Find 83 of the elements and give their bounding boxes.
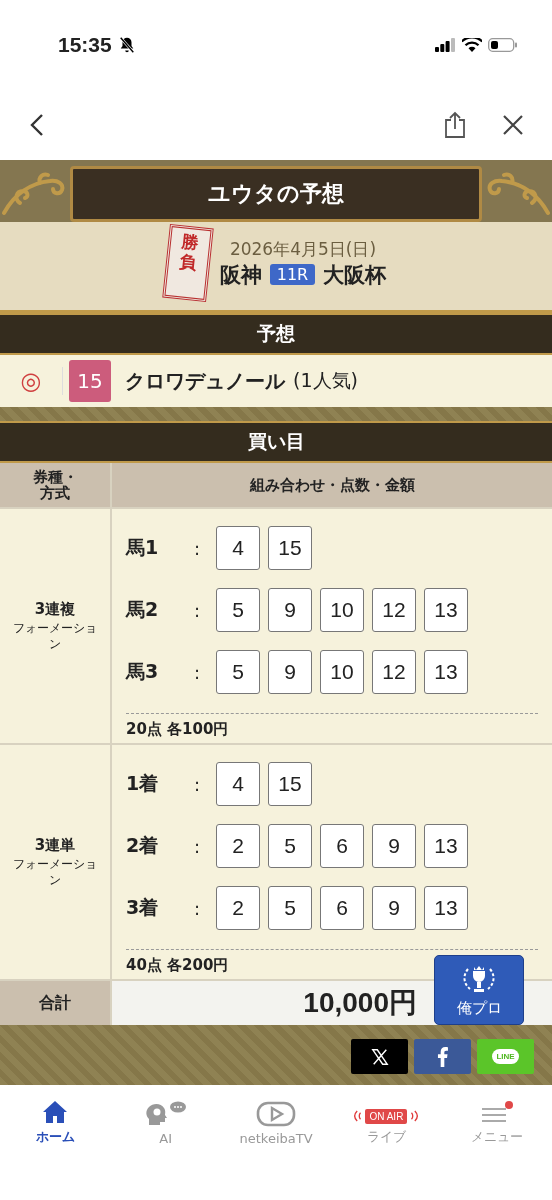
horse-number: 13 <box>424 588 468 632</box>
wifi-icon <box>462 38 482 52</box>
tab-bar-item[interactable]: netkeibaTV <box>220 1095 332 1147</box>
position-label: 馬1 <box>126 535 160 560</box>
tab-bar-item[interactable]: メニュー <box>441 1095 552 1147</box>
popularity: (1人気) <box>293 368 358 393</box>
horse-number: 6 <box>320 824 364 868</box>
colon: : <box>194 599 202 621</box>
horse-number: 9 <box>268 588 312 632</box>
colon: : <box>194 835 202 857</box>
horse-number: 6 <box>320 886 364 930</box>
tab-bar-item[interactable]: ホーム <box>0 1095 111 1147</box>
horse-number: 2 <box>216 824 260 868</box>
horse-name: クロワデュノール <box>125 367 285 395</box>
horse-number: 9 <box>268 650 312 694</box>
facebook-logo-icon <box>437 1046 448 1067</box>
horse-number: 4 <box>216 526 260 570</box>
back-icon[interactable] <box>30 113 44 137</box>
bet-type: 3連複 <box>34 599 76 619</box>
colon: : <box>194 773 202 795</box>
ore-pro-button[interactable]: 俺プロ <box>434 955 524 1025</box>
home-icon <box>42 1100 69 1124</box>
broadcast-waves-icon <box>409 1108 420 1124</box>
close-icon[interactable] <box>502 114 524 136</box>
horse-number: 10 <box>320 650 364 694</box>
horse-number: 10 <box>320 588 364 632</box>
tab-bar-item[interactable]: ON AIR ライブ <box>331 1095 442 1147</box>
menu-icon <box>479 1100 514 1124</box>
head-gear-chat-icon <box>144 1101 187 1127</box>
x-share-button[interactable] <box>351 1039 408 1074</box>
horse-number: 9 <box>372 824 416 868</box>
horse-number: 9 <box>372 886 416 930</box>
bet-method: フォーメーション <box>13 856 97 889</box>
position-label: 3着 <box>126 895 160 920</box>
horse-number: 5 <box>268 886 312 930</box>
section-title: 予想 <box>257 321 295 346</box>
horse-number: 15 <box>268 762 312 806</box>
facebook-share-button[interactable] <box>414 1039 471 1074</box>
horse-number: 5 <box>268 824 312 868</box>
horse-number: 13 <box>424 650 468 694</box>
race-name: 大阪杯 <box>323 261 387 289</box>
column-header: 券種・方式 <box>31 468 79 502</box>
colon: : <box>194 661 202 683</box>
battery-icon <box>488 38 518 52</box>
position-label: 2着 <box>126 833 160 858</box>
column-header: 組み合わせ・点数・金額 <box>112 463 552 507</box>
page-title: ユウタの予想 <box>208 180 344 208</box>
tab-bar-item[interactable]: AI <box>110 1095 221 1147</box>
total-label: 合計 <box>0 981 110 1025</box>
horse-number: 4 <box>216 762 260 806</box>
bet-summary: 20点 各100円 <box>126 713 538 739</box>
position-label: 馬3 <box>126 659 160 684</box>
race-date: 2026年4月5日(日) <box>228 237 378 261</box>
status-time: 15:35 <box>58 33 112 57</box>
race-number-badge: 11R <box>269 264 316 285</box>
horse-number: 12 <box>372 588 416 632</box>
horse-number: 12 <box>372 650 416 694</box>
broadcast-waves-icon <box>353 1108 364 1124</box>
play-screen-icon <box>256 1101 296 1127</box>
position-label: 馬2 <box>126 597 160 622</box>
horse-number-badge: 15 <box>69 360 111 402</box>
colon: : <box>194 537 202 559</box>
position-label: 1着 <box>126 771 160 796</box>
x-logo-icon <box>370 1047 389 1066</box>
bell-slash-icon <box>117 36 136 54</box>
horse-number: 13 <box>424 886 468 930</box>
share-icon[interactable] <box>444 111 466 139</box>
colon: : <box>194 897 202 919</box>
horse-number: 2 <box>216 886 260 930</box>
signal-icon <box>434 38 456 52</box>
line-share-button[interactable]: LINE <box>477 1039 534 1074</box>
horse-number: 15 <box>268 526 312 570</box>
bet-method: フォーメーション <box>13 620 97 653</box>
horse-number: 13 <box>424 824 468 868</box>
prediction-mark: ◎ <box>0 367 63 395</box>
total-amount: 10,000円 <box>303 986 417 1020</box>
horse-number: 5 <box>216 588 260 632</box>
horse-number: 5 <box>216 650 260 694</box>
section-title: 買い目 <box>247 429 305 454</box>
on-air-badge: ON AIR <box>365 1108 408 1124</box>
stamp: 勝負 <box>162 223 214 303</box>
bet-type: 3連単 <box>34 835 76 855</box>
venue: 阪神 <box>219 261 262 289</box>
